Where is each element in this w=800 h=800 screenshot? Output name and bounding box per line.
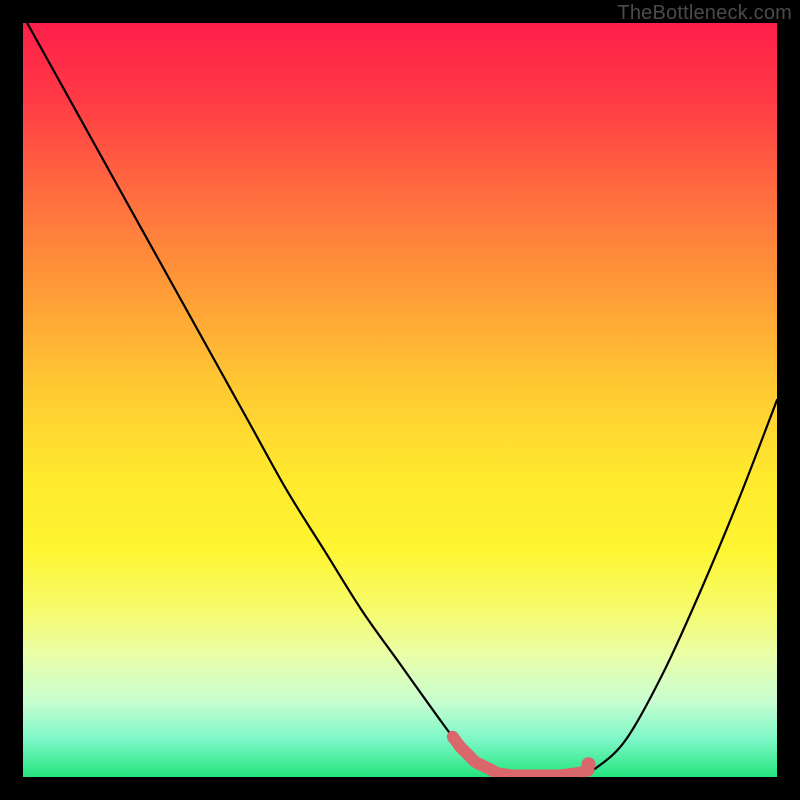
- plot-area: [23, 23, 777, 777]
- curve-path: [23, 23, 777, 777]
- optimal-highlight: [453, 737, 589, 776]
- chart-frame: TheBottleneck.com: [0, 0, 800, 800]
- bottleneck-curve: [23, 23, 777, 777]
- watermark-text: TheBottleneck.com: [617, 2, 792, 25]
- optimal-end-dot: [582, 757, 596, 771]
- curve-group: [23, 23, 777, 777]
